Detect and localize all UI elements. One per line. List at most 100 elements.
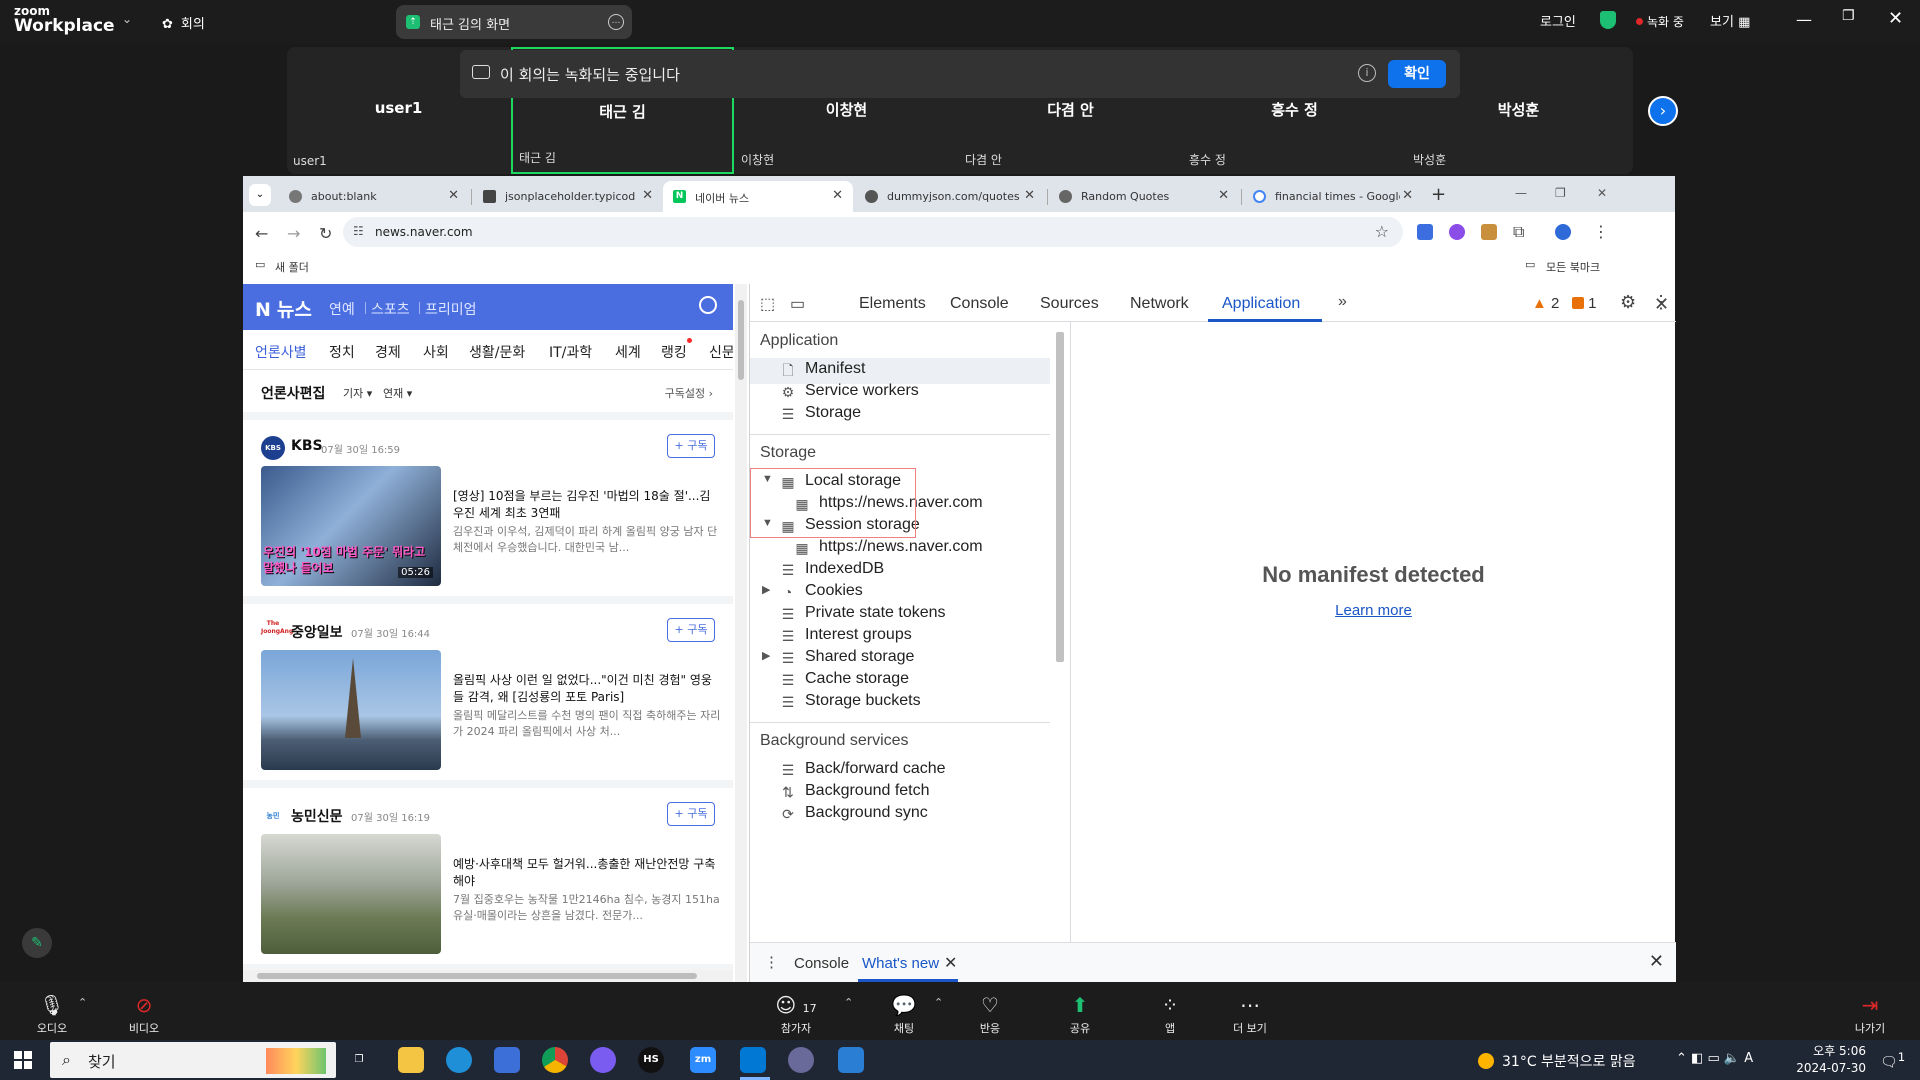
task-view-icon[interactable]: ❐ [346, 1047, 372, 1073]
subscribe-button[interactable]: + 구독 [667, 618, 715, 642]
close-drawer-icon[interactable]: ✕ [1649, 951, 1664, 972]
store-icon[interactable] [494, 1047, 520, 1073]
recording-indicator[interactable]: 녹화 중 [1636, 13, 1684, 30]
tab-elements[interactable]: Elements [859, 295, 926, 313]
close-icon[interactable]: ✕ [1654, 294, 1669, 315]
sidebar-item-session-origin[interactable]: ▦ https://news.naver.com [794, 538, 982, 556]
sidebar-scrollbar[interactable] [1054, 326, 1066, 938]
news-thumbnail[interactable] [261, 834, 441, 954]
category-by-press[interactable]: 언론사별 [255, 342, 307, 372]
login-button[interactable]: 로그인 [1540, 11, 1576, 30]
app-icon[interactable] [788, 1047, 814, 1073]
sidebar-item-shared-storage[interactable]: ▶ ☰ Shared storage [762, 648, 914, 666]
header-link-entertainment[interactable]: 연예 [329, 299, 355, 319]
reload-icon[interactable]: ↻ [319, 224, 332, 243]
tab-application[interactable]: Application [1222, 295, 1300, 313]
close-icon[interactable]: ✕ [832, 188, 843, 203]
header-link-sports[interactable]: 스포츠 [371, 299, 410, 319]
chrome-icon[interactable] [542, 1047, 568, 1073]
tab-google-search[interactable]: financial times - Google ✕ [1243, 181, 1423, 212]
scrollbar-thumb[interactable] [1056, 332, 1064, 662]
tab-search-icon[interactable]: ⌄ [249, 184, 271, 206]
publisher-name[interactable]: KBS [291, 438, 323, 454]
sidebar-item-private-state-tokens[interactable]: ☰ Private state tokens [780, 604, 946, 622]
drawer-menu-icon[interactable]: ⋮ [764, 953, 779, 971]
app-hs-icon[interactable]: HS [638, 1047, 664, 1073]
collapsed-arrow-icon[interactable]: ▶ [762, 649, 770, 662]
sidebar-item-bfcache[interactable]: ☰ Back/forward cache [780, 760, 946, 778]
leave-button[interactable]: ⇥ 나가기 [1840, 992, 1900, 1036]
chevron-down-icon[interactable]: ⌄ [122, 12, 132, 26]
sidebar-item-storage[interactable]: ☰ Storage [780, 404, 861, 422]
news-thumbnail[interactable]: 우진의 '10점 마법 주문' 뭐라고 말했나 들어보 05:26 [261, 466, 441, 586]
system-tray[interactable]: ⌃ ◧ ▭ 🔈 A [1676, 1051, 1753, 1066]
tab-sources[interactable]: Sources [1040, 295, 1099, 313]
url-text[interactable]: news.naver.com [375, 225, 473, 239]
extension-icon[interactable] [1481, 224, 1497, 240]
close-icon[interactable]: ✕ [642, 188, 653, 203]
category-ranking[interactable]: 랭킹 [661, 342, 687, 362]
meeting-button[interactable]: ✿ 회의 [162, 13, 205, 32]
zoom-app-icon[interactable]: zm [690, 1047, 716, 1073]
tab-random-quotes[interactable]: Random Quotes ✕ [1049, 181, 1239, 212]
back-icon[interactable]: ← [255, 224, 268, 243]
sidebar-item-cookies[interactable]: ▶ ◔ Cookies [762, 582, 863, 600]
apps-button[interactable]: ⁘ 앱 [1140, 992, 1200, 1036]
category-newspaper[interactable]: 신문 [709, 342, 733, 362]
news-thumbnail[interactable] [261, 650, 441, 770]
publisher-name[interactable]: 농민신문 [291, 806, 343, 826]
drawer-tab-console[interactable]: Console [794, 955, 849, 972]
notification-center-icon[interactable]: 🗨1 [1880, 1050, 1905, 1071]
filter-series[interactable]: 연재 ▾ [383, 385, 412, 401]
more-button[interactable]: ⋯ 더 보기 [1220, 992, 1280, 1036]
drawer-tab-whats-new[interactable]: What's new [862, 955, 939, 972]
close-icon[interactable]: ✕ [448, 188, 459, 203]
tab-console[interactable]: Console [950, 295, 1009, 313]
tab-jsonplaceholder[interactable]: jsonplaceholder.typicode ✕ [473, 181, 663, 212]
edge-icon[interactable] [446, 1047, 472, 1073]
windows-start-icon[interactable] [14, 1051, 32, 1069]
publisher-name[interactable]: 중앙일보 [291, 622, 343, 642]
sidebar-item-background-sync[interactable]: ⟳ Background sync [780, 804, 928, 822]
learn-more-link[interactable]: Learn more [1071, 602, 1676, 619]
app-icon[interactable] [838, 1047, 864, 1073]
discord-icon[interactable] [590, 1047, 616, 1073]
ime-indicator[interactable]: A [1744, 1051, 1753, 1066]
restore-icon[interactable]: ❐ [1842, 8, 1855, 24]
minimize-icon[interactable]: — [1796, 10, 1812, 29]
naver-news-logo[interactable]: N 뉴스 [255, 295, 312, 322]
profile-avatar[interactable] [1555, 224, 1571, 240]
news-headline[interactable]: [영상] 10점을 부르는 김우진 '마법의 18술 절'...김우진 세계 최… [453, 488, 721, 522]
inspect-element-icon[interactable]: ⬚ [760, 294, 775, 314]
omnibox[interactable]: ☷ news.naver.com ☆ [343, 217, 1403, 247]
restore-icon[interactable]: ❐ [1555, 186, 1566, 200]
subscribe-button[interactable]: + 구독 [667, 802, 715, 826]
subscribe-button[interactable]: + 구독 [667, 434, 715, 458]
category-economy[interactable]: 경제 [375, 342, 401, 362]
close-icon[interactable]: ✕ [1597, 186, 1607, 200]
puzzle-icon[interactable]: ⧉ [1513, 222, 1524, 242]
vscode-icon[interactable] [740, 1047, 766, 1073]
share-button[interactable]: ⬆ 공유 [1050, 992, 1110, 1036]
collapsed-arrow-icon[interactable]: ▶ [762, 583, 770, 596]
device-toolbar-icon[interactable]: ▭ [790, 294, 805, 314]
close-icon[interactable]: ✕ [1888, 8, 1903, 29]
close-icon[interactable]: ✕ [1218, 188, 1229, 203]
confirm-button[interactable]: 확인 [1388, 60, 1446, 88]
tab-dummyjson[interactable]: dummyjson.com/quotes ✕ [855, 181, 1045, 212]
category-life-culture[interactable]: 생활/문화 [469, 342, 525, 362]
forward-icon[interactable]: → [287, 224, 300, 243]
sidebar-item-cache-storage[interactable]: ☰ Cache storage [780, 670, 909, 688]
pencil-icon[interactable]: ✎ [22, 928, 52, 958]
scrollbar-thumb[interactable] [738, 300, 744, 380]
site-info-icon[interactable]: ☷ [353, 224, 364, 238]
tab-network[interactable]: Network [1130, 295, 1189, 313]
taskbar-clock[interactable]: 오후 5:06 2024-07-30 [1792, 1043, 1866, 1077]
video-button[interactable]: ⊘ 비디오 [114, 992, 174, 1036]
file-explorer-icon[interactable] [398, 1047, 424, 1073]
chat-button[interactable]: 💬 채팅 [874, 992, 934, 1036]
extension-icon[interactable] [1417, 224, 1433, 240]
new-tab-icon[interactable]: + [1431, 184, 1446, 205]
settings-gear-icon[interactable]: ⚙ [1620, 292, 1636, 313]
screen-share-indicator[interactable]: ⇡ 태근 김의 화면 … [396, 5, 632, 39]
